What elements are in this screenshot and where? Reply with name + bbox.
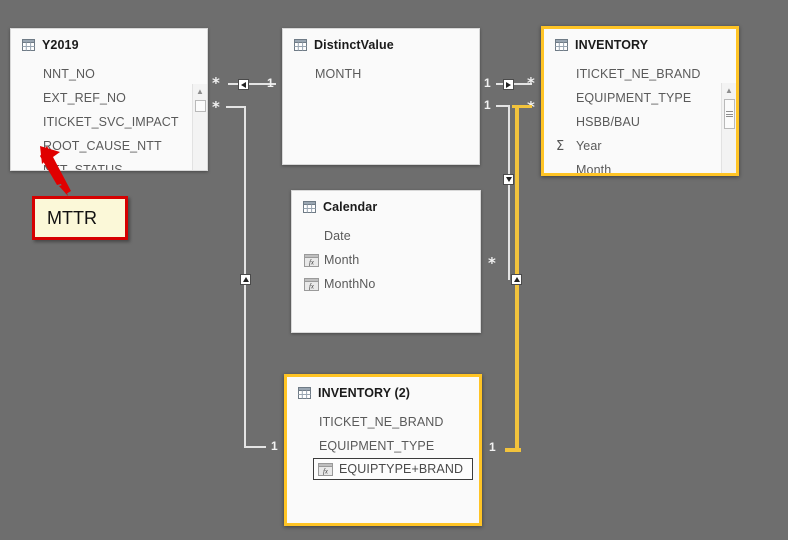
table-scrollbar-inventory[interactable]: ▲ ▼ [721, 83, 736, 173]
field-row[interactable]: NNT_NO [11, 62, 207, 86]
table-title: DistinctValue [314, 38, 394, 52]
table-card-y2019[interactable]: Y2019 NNT_NO EXT_REF_NO ITICKET_SVC_IMPA… [10, 28, 208, 171]
field-row[interactable]: ROOT_CAUSE_NTT [11, 134, 207, 158]
table-title: Calendar [323, 200, 378, 214]
table-icon [294, 39, 307, 51]
cardinality-calendar-one: 1 [484, 98, 491, 112]
field-row[interactable]: fx Month [292, 248, 480, 272]
field-row[interactable]: Month [544, 158, 736, 176]
table-title: Y2019 [42, 38, 79, 52]
scrollbar-thumb[interactable] [724, 99, 735, 129]
table-scrollbar-y2019[interactable]: ▲ ▼ [192, 84, 207, 170]
relationship-line-gold-bottom[interactable] [505, 448, 521, 452]
field-label: MONTH [315, 67, 362, 81]
calculated-column-icon: fx [304, 253, 319, 267]
field-row[interactable]: ITICKET_NE_BRAND [287, 410, 479, 434]
relationship-line-left-top[interactable] [226, 106, 246, 108]
field-label: NNT_NO [43, 67, 95, 81]
field-list-inventory-2: ITICKET_NE_BRAND EQUIPMENT_TYPE fx EQUIP… [287, 404, 479, 480]
annotation-label: MTTR [47, 207, 97, 228]
table-card-calendar[interactable]: Calendar Date fx Month fx MonthNo [291, 190, 481, 333]
svg-text:fx: fx [309, 282, 315, 290]
field-label: Month [576, 163, 612, 176]
table-header-y2019: Y2019 [11, 29, 207, 56]
field-row[interactable]: NTT_STATUS [11, 158, 207, 171]
sigma-icon: Σ [556, 138, 565, 154]
cardinality-y2019-many-2: * [212, 98, 220, 116]
field-list-inventory: ITICKET_NE_BRAND EQUIPMENT_TYPE HSBB/BAU… [544, 56, 736, 176]
table-header-distinctvalue: DistinctValue [283, 29, 479, 56]
field-row[interactable]: HSBB/BAU [544, 110, 736, 134]
field-row[interactable]: ITICKET_NE_BRAND [544, 62, 736, 86]
scrollbar-thumb[interactable] [195, 100, 206, 112]
field-label: EXT_REF_NO [43, 91, 126, 105]
svg-text:fx: fx [323, 467, 329, 475]
field-label: ITICKET_SVC_IMPACT [43, 115, 179, 129]
field-label: Year [576, 139, 602, 153]
field-label: ITICKET_NE_BRAND [576, 67, 701, 81]
field-label: HSBB/BAU [576, 115, 641, 129]
svg-text:fx: fx [309, 258, 315, 266]
field-label: Date [324, 229, 351, 243]
table-header-inventory: INVENTORY [544, 29, 736, 56]
calculated-column-icon: fx [304, 277, 319, 291]
table-card-inventory-2[interactable]: INVENTORY (2) ITICKET_NE_BRAND EQUIPMENT… [284, 374, 482, 526]
cross-filter-arrow-left[interactable] [238, 79, 249, 90]
field-label: EQUIPTYPE+BRAND [339, 462, 464, 476]
relationship-line-calendar-vertical[interactable] [508, 105, 510, 280]
field-row-selected[interactable]: fx EQUIPTYPE+BRAND [313, 458, 473, 480]
field-row[interactable]: EQUIPMENT_TYPE [544, 86, 736, 110]
cross-filter-arrow-down-calendar[interactable] [503, 174, 514, 185]
field-label: Month [324, 253, 360, 267]
field-label: NTT_STATUS [43, 163, 123, 171]
cardinality-y2019-many: * [212, 74, 220, 92]
field-label: ITICKET_NE_BRAND [319, 415, 444, 429]
cardinality-inventory2-one-left: 1 [271, 439, 278, 453]
field-label: ROOT_CAUSE_NTT [43, 139, 162, 153]
table-title: INVENTORY [575, 38, 649, 52]
field-list-calendar: Date fx Month fx MonthNo [292, 218, 480, 296]
cardinality-inventory-many: * [527, 74, 535, 92]
field-row[interactable]: ITICKET_SVC_IMPACT [11, 110, 207, 134]
relationship-line-left-bottom[interactable] [244, 446, 266, 448]
field-list-y2019: NNT_NO EXT_REF_NO ITICKET_SVC_IMPACT ROO… [11, 56, 207, 171]
scroll-up-arrow-icon[interactable]: ▲ [722, 84, 736, 97]
cardinality-inventory2-one-gold: 1 [489, 440, 496, 454]
cross-filter-arrow-right[interactable] [503, 79, 514, 90]
field-label: MonthNo [324, 277, 376, 291]
field-label: EQUIPMENT_TYPE [319, 439, 435, 453]
field-row[interactable]: MONTH [283, 62, 479, 86]
scroll-up-arrow-icon[interactable]: ▲ [193, 85, 207, 98]
table-icon [298, 387, 311, 399]
table-icon [22, 39, 35, 51]
annotation-box-mttr[interactable]: MTTR [32, 196, 128, 240]
table-header-inventory-2: INVENTORY (2) [287, 377, 479, 404]
field-row[interactable]: Date [292, 224, 480, 248]
scrollbar-grip-icon [726, 110, 733, 119]
table-card-distinctvalue[interactable]: DistinctValue MONTH [282, 28, 480, 165]
field-row[interactable]: fx MonthNo [292, 272, 480, 296]
field-list-distinctvalue: MONTH [283, 56, 479, 86]
table-icon [303, 201, 316, 213]
field-label: EQUIPMENT_TYPE [576, 91, 692, 105]
field-row[interactable]: EXT_REF_NO [11, 86, 207, 110]
field-row[interactable]: Σ Year [544, 134, 736, 158]
model-diagram-canvas[interactable]: * 1 * 1 1 * 1 * * 1 [0, 0, 788, 540]
cardinality-calendar-many: * [488, 254, 496, 272]
cross-filter-arrow-up-left[interactable] [240, 274, 251, 285]
table-header-calendar: Calendar [292, 191, 480, 218]
calculated-column-icon: fx [318, 462, 333, 476]
field-row[interactable]: EQUIPMENT_TYPE [287, 434, 479, 458]
cardinality-distinctvalue-one-right: 1 [484, 76, 491, 90]
table-title: INVENTORY (2) [318, 386, 411, 400]
table-card-inventory[interactable]: INVENTORY ITICKET_NE_BRAND EQUIPMENT_TYP… [541, 26, 739, 176]
table-icon [555, 39, 568, 51]
cross-filter-arrow-up-gold[interactable] [511, 274, 522, 285]
cardinality-distinctvalue-one: 1 [267, 76, 274, 90]
